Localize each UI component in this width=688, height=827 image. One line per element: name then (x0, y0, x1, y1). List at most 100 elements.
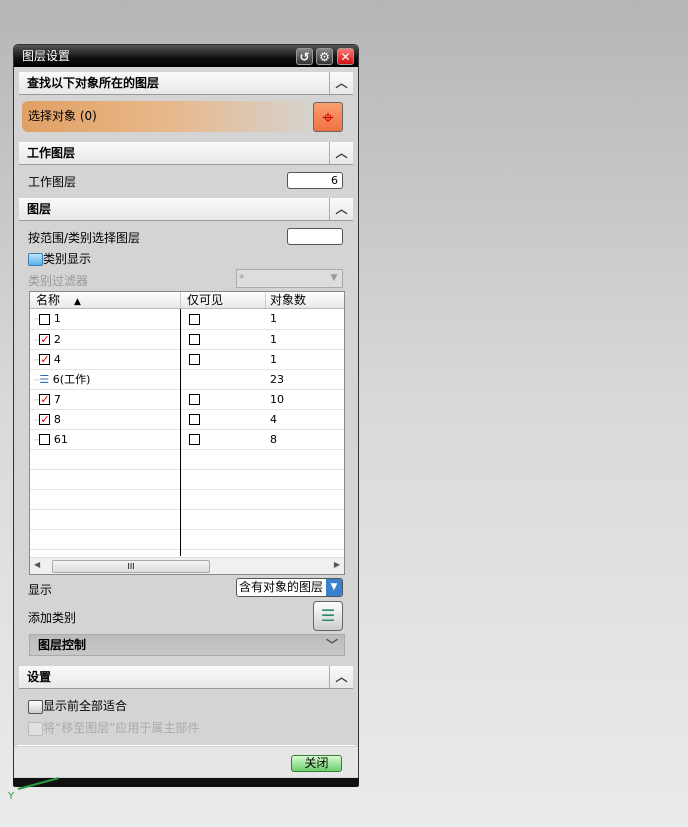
chevron-down-icon: ▼ (326, 579, 342, 596)
section-title: 查找以下对象所在的图层 (27, 76, 160, 90)
category-filter-dropdown[interactable]: * ▼ (236, 269, 343, 288)
select-object-label: 选择对象 (0) (28, 109, 97, 123)
object-count: 23 (270, 372, 284, 386)
apply-move-label: 将“移至图层”应用于属主部件 (43, 721, 200, 735)
table-row[interactable] (30, 449, 344, 470)
crosshair-select-button[interactable]: ⌖ (313, 102, 343, 132)
table-row[interactable] (30, 529, 344, 550)
category-display-label: 类别显示 (43, 252, 92, 266)
layer-checkbox[interactable]: ✓ (39, 414, 51, 425)
work-layer-icon: ☰ (39, 373, 50, 386)
column-divider (180, 309, 181, 556)
layer-name: 8 (53, 412, 61, 426)
scroll-right-icon[interactable]: ▶ (334, 560, 340, 569)
category-filter-value: * (239, 272, 245, 285)
checkbox (28, 721, 43, 736)
fit-all-checkbox[interactable]: 显示前全部适合 (28, 697, 127, 714)
layers-section-header[interactable]: 图层 ︿ (19, 198, 353, 221)
object-count: 1 (270, 312, 277, 326)
settings-section-header[interactable]: 设置 ︿ (19, 666, 353, 689)
work-layer-section-header[interactable]: 工作图层 ︿ (19, 142, 353, 165)
section-title: 图层控制 (38, 638, 87, 652)
object-count: 1 (270, 352, 277, 366)
scrollbar-thumb[interactable]: III (52, 560, 210, 573)
dialog-bottom-bar (13, 778, 359, 787)
category-display-icon (28, 253, 43, 266)
layer-checkbox[interactable] (39, 313, 51, 325)
object-count: 1 (270, 332, 277, 346)
visible-only-checkbox[interactable] (189, 354, 200, 365)
table-row[interactable] (30, 489, 344, 510)
table-row[interactable] (30, 509, 344, 530)
category-display-toggle[interactable]: 类别显示 (28, 250, 91, 267)
visible-only-checkbox[interactable] (189, 394, 200, 405)
column-header-visible-only[interactable]: 仅可见 (181, 292, 266, 308)
object-count: 4 (270, 412, 277, 426)
select-object-row[interactable]: 选择对象 (0) (22, 101, 312, 132)
dialog-title: 图层设置 (22, 49, 71, 63)
scroll-left-icon[interactable]: ◀ (34, 560, 40, 569)
layer-table: 名称 ▲ 仅可见 对象数 ┄ 1 1 ┄✓ 2 1 ┄✓ 4 1 ┄☰ 6(工作) 23 ┄✓ 7… (29, 291, 345, 575)
gear-icon[interactable]: ⚙ (316, 48, 333, 65)
show-label: 显示 (28, 583, 53, 597)
fit-all-label: 显示前全部适合 (43, 699, 128, 713)
column-label: 名称 (36, 293, 61, 307)
expand-icon: ﹀ (325, 638, 338, 652)
collapse-icon[interactable]: ︿ (329, 666, 353, 688)
layer-checkbox[interactable]: ✓ (39, 394, 51, 405)
table-row[interactable]: ┄✓ 7 10 (30, 389, 344, 410)
layer-name: 2 (53, 332, 61, 346)
range-label: 按范围/类别选择图层 (28, 231, 141, 245)
column-header-name[interactable]: 名称 ▲ (30, 292, 181, 308)
table-row[interactable] (30, 469, 344, 490)
layer-checkbox[interactable] (39, 434, 51, 445)
checkbox (28, 699, 43, 714)
visible-only-checkbox[interactable] (189, 414, 200, 425)
add-category-label: 添加类别 (28, 611, 77, 625)
object-count: 10 (270, 392, 284, 406)
collapse-icon[interactable]: ︿ (329, 198, 353, 220)
layers-stack-icon[interactable]: ☰ (313, 601, 343, 631)
find-section-header[interactable]: 查找以下对象所在的图层 ︿ (19, 72, 353, 95)
y-axis-label: Y (8, 791, 15, 802)
layer-settings-dialog: 图层设置 ↺ ⚙ ✕ 查找以下对象所在的图层 ︿ 选择对象 (0) ⌖ 工作图层 ︿… (13, 44, 359, 787)
table-row[interactable]: ┄ 61 8 (30, 429, 344, 450)
range-input[interactable] (287, 228, 343, 245)
sort-ascending-icon: ▲ (74, 297, 81, 307)
work-layer-input[interactable]: 6 (287, 172, 343, 189)
table-row[interactable]: ┄☰ 6(工作) 23 (30, 369, 344, 390)
close-icon[interactable]: ✕ (337, 48, 354, 65)
table-row[interactable]: ┄✓ 21 (30, 329, 344, 350)
section-title: 图层 (27, 202, 52, 216)
chevron-down-icon: ▼ (330, 273, 338, 283)
visible-only-checkbox[interactable] (189, 434, 200, 445)
layer-control-section[interactable]: 图层控制 ﹀ (29, 634, 345, 656)
divider (17, 745, 355, 746)
column-header-count[interactable]: 对象数 (266, 292, 344, 308)
section-title: 设置 (27, 670, 52, 684)
object-count: 8 (270, 432, 277, 446)
layer-checkbox[interactable]: ✓ (39, 354, 51, 365)
layer-name: 61 (53, 432, 68, 446)
layer-name: 6(工作) (52, 373, 91, 386)
layer-name: 1 (53, 312, 61, 326)
horizontal-scrollbar[interactable]: ◀ III ▶ (30, 557, 344, 574)
layer-checkbox[interactable]: ✓ (39, 334, 51, 345)
section-title: 工作图层 (27, 146, 76, 160)
layer-name: 7 (53, 392, 61, 406)
table-row[interactable]: ┄✓ 84 (30, 409, 344, 430)
reset-icon[interactable]: ↺ (296, 48, 313, 65)
collapse-icon[interactable]: ︿ (329, 72, 353, 94)
show-dropdown[interactable]: 含有对象的图层 ▼ (236, 578, 343, 597)
collapse-icon[interactable]: ︿ (329, 142, 353, 164)
work-layer-label: 工作图层 (28, 175, 77, 189)
table-row[interactable]: ┄ 11 (30, 309, 344, 330)
show-value: 含有对象的图层 (239, 580, 324, 594)
table-row[interactable]: ┄✓ 41 (30, 349, 344, 370)
close-button[interactable]: 关闭 (291, 755, 342, 772)
visible-only-checkbox[interactable] (189, 313, 200, 325)
apply-move-checkbox[interactable]: 将“移至图层”应用于属主部件 (28, 719, 199, 736)
visible-only-checkbox[interactable] (189, 334, 200, 345)
category-filter-label: 类别过滤器 (28, 274, 89, 288)
layer-name: 4 (53, 352, 61, 366)
